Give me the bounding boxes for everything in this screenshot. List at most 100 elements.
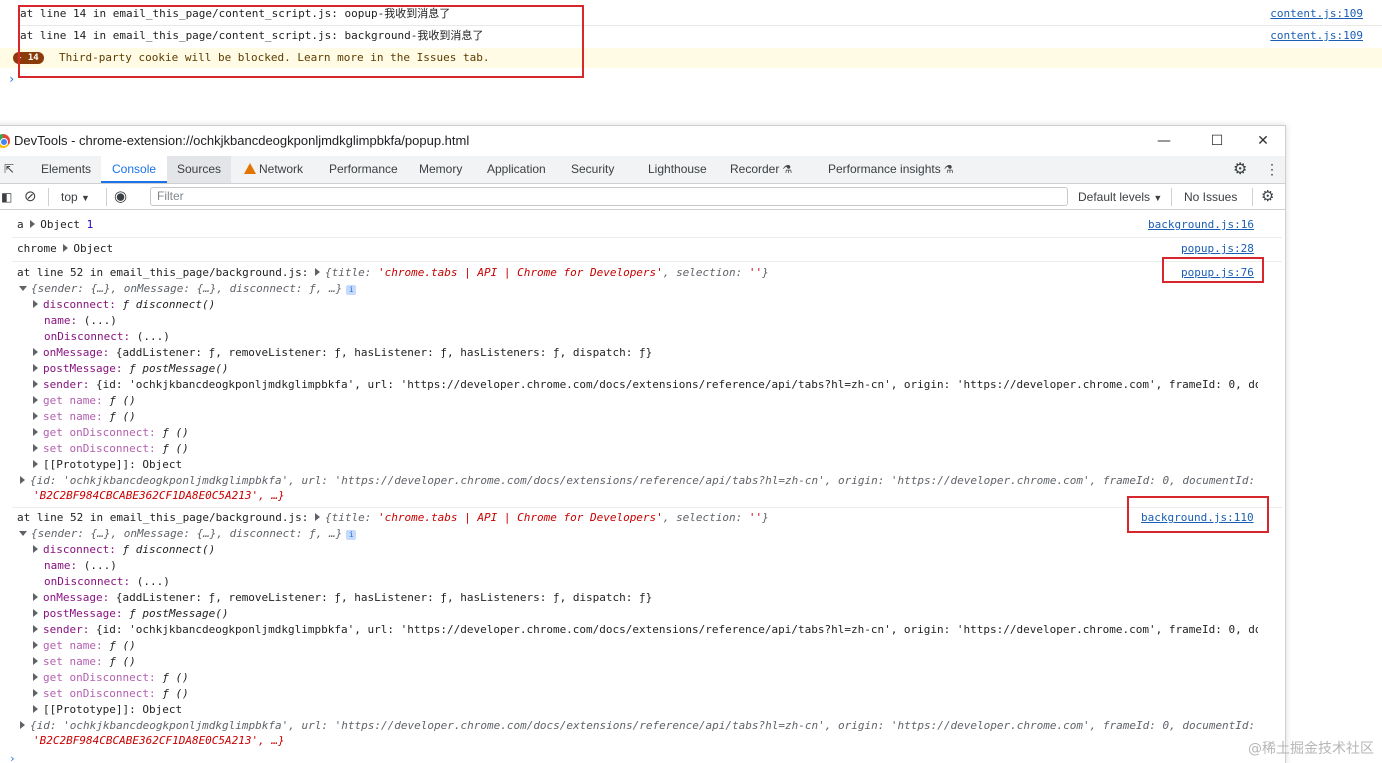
sidebar-toggle-icon[interactable]: ◧ xyxy=(1,184,12,210)
experimental-flask-icon: ⚗ xyxy=(943,164,954,176)
tab-recorder[interactable]: Recorder ⚗ xyxy=(730,156,792,183)
property-row[interactable]: set onDisconnect: ƒ () xyxy=(33,441,189,457)
expand-arrow-icon[interactable] xyxy=(33,673,38,681)
property-row[interactable]: set name: ƒ () xyxy=(33,654,136,670)
settings-gear-icon[interactable]: ⚙ xyxy=(1233,156,1247,183)
expand-arrow-icon[interactable] xyxy=(20,476,25,484)
tab-application[interactable]: Application xyxy=(487,156,546,183)
live-expression-eye-icon[interactable]: ◉ xyxy=(114,184,127,210)
expand-arrow-icon[interactable] xyxy=(33,300,38,308)
property-row[interactable]: sender: {id: 'ochkjkbancdeogkponljmdkgli… xyxy=(33,377,1258,393)
property-row[interactable]: onMessage: {addListener: ƒ, removeListen… xyxy=(33,345,652,361)
expand-arrow-icon[interactable] xyxy=(315,268,321,276)
expand-arrow-icon[interactable] xyxy=(33,428,38,436)
expand-arrow-icon[interactable] xyxy=(33,625,38,633)
console-settings-gear-icon[interactable]: ⚙ xyxy=(1261,184,1274,210)
console-toolbar: ◧ ⊘ top ▼ ◉ Filter Default levels ▼ No I… xyxy=(0,184,1285,210)
log-levels-dropdown[interactable]: Default levels ▼ xyxy=(1078,184,1162,210)
tab-lighthouse[interactable]: Lighthouse xyxy=(648,156,707,183)
window-title: DevTools - chrome-extension://ochkjkbanc… xyxy=(14,133,470,148)
console-prompt[interactable]: › xyxy=(9,751,16,763)
log-entry[interactable]: chrome Object xyxy=(17,241,113,257)
issues-counter[interactable]: No Issues xyxy=(1184,184,1237,210)
source-link[interactable]: background.js:16 xyxy=(1148,217,1254,233)
property-row[interactable]: [[Prototype]]: Object xyxy=(33,702,182,718)
property-row[interactable]: get name: ƒ () xyxy=(33,393,136,409)
object-summary[interactable]: {sender: {…}, onMessage: {…}, disconnect… xyxy=(19,526,357,542)
highlight-box xyxy=(1127,496,1269,533)
tab-elements[interactable]: Elements xyxy=(41,156,91,183)
property-row[interactable]: postMessage: ƒ postMessage() xyxy=(33,361,228,377)
highlight-box xyxy=(18,5,584,78)
expand-arrow-icon[interactable] xyxy=(33,364,38,372)
source-link[interactable]: popup.js:28 xyxy=(1181,241,1254,257)
property-row[interactable]: postMessage: ƒ postMessage() xyxy=(33,606,228,622)
context-selector[interactable]: top ▼ xyxy=(61,184,90,210)
divider xyxy=(1171,188,1172,206)
collapse-arrow-icon[interactable] xyxy=(19,531,27,536)
property-row[interactable]: onDisconnect: (...) xyxy=(44,329,170,345)
expand-arrow-icon[interactable] xyxy=(33,657,38,665)
expand-arrow-icon[interactable] xyxy=(33,689,38,697)
expand-arrow-icon[interactable] xyxy=(33,641,38,649)
property-row[interactable]: disconnect: ƒ disconnect() xyxy=(33,542,215,558)
object-summary[interactable]: {sender: {…}, onMessage: {…}, disconnect… xyxy=(19,281,357,297)
expand-arrow-icon[interactable] xyxy=(33,705,38,713)
expand-arrow-icon[interactable] xyxy=(33,380,38,388)
expand-arrow-icon[interactable] xyxy=(33,396,38,404)
expand-arrow-icon[interactable] xyxy=(33,444,38,452)
inspect-element-icon[interactable]: ⇱ xyxy=(0,156,18,183)
info-icon[interactable]: i xyxy=(346,530,357,540)
expand-arrow-icon[interactable] xyxy=(315,513,321,521)
divider xyxy=(12,237,1282,238)
tab-console[interactable]: Console xyxy=(101,156,168,183)
collapse-arrow-icon[interactable] xyxy=(19,286,27,291)
property-row[interactable]: [[Prototype]]: Object xyxy=(33,457,182,473)
object-summary[interactable]: {id: 'ochkjkbancdeogkponljmdkglimpbkfa',… xyxy=(20,718,1260,734)
close-button[interactable]: ✕ xyxy=(1253,131,1273,151)
property-row[interactable]: get onDisconnect: ƒ () xyxy=(33,670,189,686)
divider xyxy=(12,507,1282,508)
tab-sources[interactable]: Sources xyxy=(167,156,232,183)
property-row[interactable]: onDisconnect: (...) xyxy=(44,574,170,590)
expand-arrow-icon[interactable] xyxy=(33,460,38,468)
expand-arrow-icon[interactable] xyxy=(33,545,38,553)
property-row[interactable]: name: (...) xyxy=(44,558,117,574)
property-row[interactable]: get name: ƒ () xyxy=(33,638,136,654)
expand-arrow-icon[interactable] xyxy=(33,609,38,617)
expand-arrow-icon[interactable] xyxy=(33,412,38,420)
property-row[interactable]: set onDisconnect: ƒ () xyxy=(33,686,189,702)
tab-performance-insights[interactable]: Performance insights ⚗ xyxy=(828,156,954,183)
property-row[interactable]: onMessage: {addListener: ƒ, removeListen… xyxy=(33,590,652,606)
property-row[interactable]: name: (...) xyxy=(44,313,117,329)
expand-arrow-icon[interactable] xyxy=(63,244,69,252)
expand-arrow-icon[interactable] xyxy=(20,721,25,729)
property-row[interactable]: disconnect: ƒ disconnect() xyxy=(33,297,215,313)
object-summary[interactable]: {id: 'ochkjkbancdeogkponljmdkglimpbkfa',… xyxy=(20,473,1260,489)
tab-memory[interactable]: Memory xyxy=(419,156,462,183)
minimize-button[interactable]: — xyxy=(1154,131,1174,151)
log-entry[interactable]: at line 52 in email_this_page/background… xyxy=(17,265,1157,281)
console-prompt[interactable]: › xyxy=(8,72,15,86)
tab-performance[interactable]: Performance xyxy=(329,156,398,183)
maximize-button[interactable]: ☐ xyxy=(1207,131,1227,151)
source-link[interactable]: content.js:109 xyxy=(1270,3,1363,25)
highlight-box xyxy=(1162,257,1264,283)
info-icon[interactable]: i xyxy=(346,285,357,295)
more-options-icon[interactable]: ⋮ xyxy=(1265,156,1279,183)
tab-security[interactable]: Security xyxy=(571,156,614,183)
clear-console-icon[interactable]: ⊘ xyxy=(24,184,37,210)
tab-network[interactable]: Network xyxy=(244,156,303,183)
property-row[interactable]: sender: {id: 'ochkjkbancdeogkponljmdkgli… xyxy=(33,622,1258,638)
property-row[interactable]: get onDisconnect: ƒ () xyxy=(33,425,189,441)
expand-arrow-icon[interactable] xyxy=(33,348,38,356)
object-summary: 'B2C2BF984CBCABE362CF1DA8E0C5A213', …} xyxy=(33,489,285,502)
log-entry[interactable]: a Object 1 xyxy=(17,217,93,233)
expand-arrow-icon[interactable] xyxy=(33,593,38,601)
property-row[interactable]: set name: ƒ () xyxy=(33,409,136,425)
chrome-icon xyxy=(0,134,10,148)
log-entry[interactable]: at line 52 in email_this_page/background… xyxy=(17,510,1127,526)
filter-input[interactable]: Filter xyxy=(150,187,1068,206)
expand-arrow-icon[interactable] xyxy=(30,220,36,228)
source-link[interactable]: content.js:109 xyxy=(1270,25,1363,47)
